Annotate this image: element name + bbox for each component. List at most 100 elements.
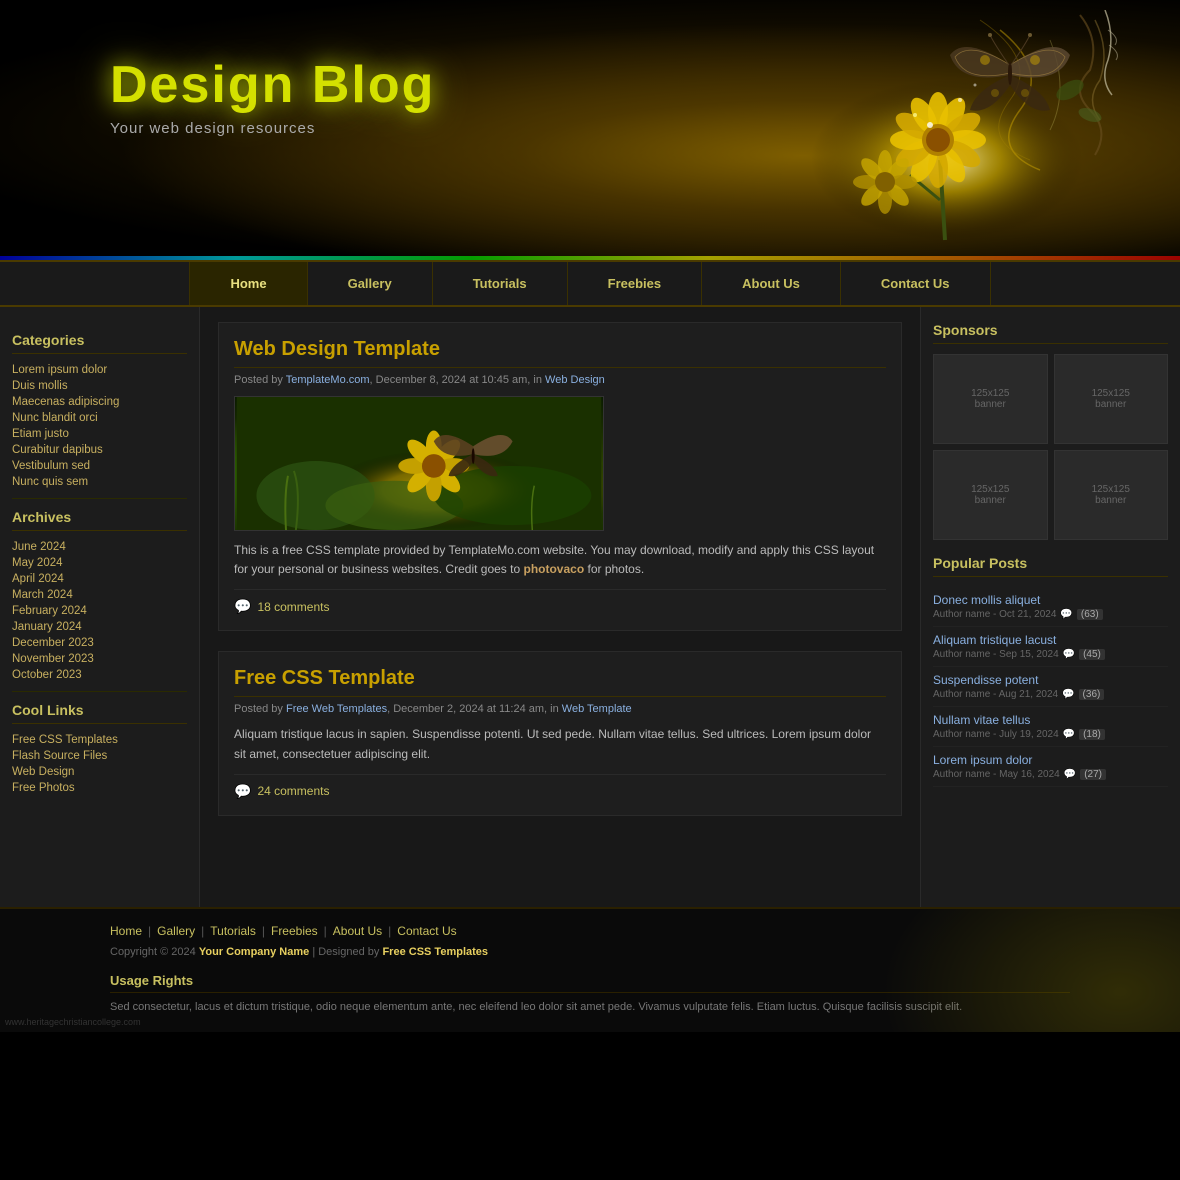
footer-nav-sep-2: | bbox=[201, 924, 204, 938]
header-decoration bbox=[700, 10, 1120, 250]
banner-1[interactable]: 125x125 banner bbox=[933, 354, 1048, 444]
banners-grid: 125x125 banner 125x125 banner 125x125 ba… bbox=[933, 354, 1168, 540]
footer-designer-link[interactable]: Free CSS Templates bbox=[382, 946, 488, 958]
banner-4-label: 125x125 bbox=[1092, 484, 1130, 495]
popular-posts-title: Popular Posts bbox=[933, 555, 1168, 577]
category-link[interactable]: Curabitur dapibus bbox=[12, 442, 187, 458]
banner-1-sublabel: banner bbox=[975, 399, 1006, 410]
footer-nav-contact[interactable]: Contact Us bbox=[397, 924, 456, 938]
banner-4-sublabel: banner bbox=[1095, 495, 1126, 506]
nav-home[interactable]: Home bbox=[189, 262, 307, 305]
sidebar-divider bbox=[12, 498, 187, 499]
archive-link[interactable]: March 2024 bbox=[12, 587, 187, 603]
rainbow-bar bbox=[0, 256, 1180, 260]
post-2-author-link[interactable]: Free Web Templates bbox=[286, 703, 387, 715]
popular-post-5-count: (27) bbox=[1080, 769, 1106, 780]
popular-post-3-author-date: Author name - Aug 21, 2024 bbox=[933, 689, 1058, 700]
footer-copyright: Copyright © 2024 Your Company Name | Des… bbox=[110, 946, 1070, 958]
left-sidebar: Categories Lorem ipsum dolor Duis mollis… bbox=[0, 307, 200, 907]
popular-post-2-author-date: Author name - Sep 15, 2024 bbox=[933, 649, 1059, 660]
cool-link[interactable]: Free CSS Templates bbox=[12, 732, 187, 748]
header-svg bbox=[700, 10, 1120, 250]
popular-post-1-author-date: Author name - Oct 21, 2024 bbox=[933, 609, 1056, 620]
footer-nav-tutorials[interactable]: Tutorials bbox=[210, 924, 256, 938]
category-link[interactable]: Duis mollis bbox=[12, 378, 187, 394]
banner-1-label: 125x125 bbox=[971, 388, 1009, 399]
cool-links-section: Cool Links Free CSS Templates Flash Sour… bbox=[12, 702, 187, 796]
footer-usage-title: Usage Rights bbox=[110, 973, 1070, 993]
cool-link[interactable]: Flash Source Files bbox=[12, 748, 187, 764]
popular-post-1-link[interactable]: Donec mollis aliquet bbox=[933, 593, 1040, 607]
post-1-category-link[interactable]: Web Design bbox=[545, 374, 605, 386]
category-link[interactable]: Nunc blandit orci bbox=[12, 410, 187, 426]
popular-post-4-link[interactable]: Nullam vitae tellus bbox=[933, 713, 1030, 727]
archive-link[interactable]: June 2024 bbox=[12, 539, 187, 555]
popular-post-2-link[interactable]: Aliquam tristique lacust bbox=[933, 633, 1056, 647]
main-nav: Home Gallery Tutorials Freebies About Us… bbox=[0, 260, 1180, 307]
post-1-comments[interactable]: 💬 18 comments bbox=[234, 589, 886, 615]
archive-link[interactable]: January 2024 bbox=[12, 619, 187, 635]
footer-nav-about[interactable]: About Us bbox=[333, 924, 382, 938]
category-link[interactable]: Maecenas adipiscing bbox=[12, 394, 187, 410]
header-title-block: Design Blog Your web design resources bbox=[110, 55, 435, 137]
banner-3[interactable]: 125x125 banner bbox=[933, 450, 1048, 540]
categories-section: Categories Lorem ipsum dolor Duis mollis… bbox=[12, 332, 187, 490]
footer-watermark: www.heritagechristiancollege.com bbox=[5, 1017, 141, 1027]
footer-company-link[interactable]: Your Company Name bbox=[199, 946, 309, 958]
post-1-photo-credit-link[interactable]: photovaco bbox=[523, 562, 584, 576]
popular-posts-section: Popular Posts Donec mollis aliquet Autho… bbox=[933, 555, 1168, 787]
popular-post-2-meta: Author name - Sep 15, 2024 💬 (45) bbox=[933, 649, 1168, 660]
popular-post-2-count: (45) bbox=[1079, 649, 1105, 660]
archive-link[interactable]: December 2023 bbox=[12, 635, 187, 651]
archive-link[interactable]: February 2024 bbox=[12, 603, 187, 619]
category-link[interactable]: Etiam justo bbox=[12, 426, 187, 442]
post-1-image-inner bbox=[235, 397, 603, 530]
nav-contact[interactable]: Contact Us bbox=[841, 262, 991, 305]
banner-2[interactable]: 125x125 banner bbox=[1054, 354, 1169, 444]
banner-4[interactable]: 125x125 banner bbox=[1054, 450, 1169, 540]
right-sidebar: Sponsors 125x125 banner 125x125 banner 1… bbox=[920, 307, 1180, 907]
footer-nav-gallery[interactable]: Gallery bbox=[157, 924, 195, 938]
post-2-meta: Posted by Free Web Templates, December 2… bbox=[234, 703, 886, 715]
footer-nav-sep-1: | bbox=[148, 924, 151, 938]
post-1-title: Web Design Template bbox=[234, 338, 886, 368]
popular-post-4-meta: Author name - July 19, 2024 💬 (18) bbox=[933, 729, 1168, 740]
cool-link[interactable]: Free Photos bbox=[12, 780, 187, 796]
footer-nav: Home | Gallery | Tutorials | Freebies | … bbox=[110, 924, 1070, 938]
post-1-author-link[interactable]: TemplateMo.com bbox=[286, 374, 370, 386]
post-2-comment-count: 24 comments bbox=[257, 784, 329, 798]
category-link[interactable]: Nunc quis sem bbox=[12, 474, 187, 490]
popular-post-1-count: (63) bbox=[1077, 609, 1103, 620]
category-link[interactable]: Vestibulum sed bbox=[12, 458, 187, 474]
archive-link[interactable]: May 2024 bbox=[12, 555, 187, 571]
popular-post-5-link[interactable]: Lorem ipsum dolor bbox=[933, 753, 1032, 767]
nav-freebies[interactable]: Freebies bbox=[568, 262, 702, 305]
nav-tutorials[interactable]: Tutorials bbox=[433, 262, 568, 305]
popular-post-3-count: (36) bbox=[1079, 689, 1105, 700]
sidebar-divider bbox=[12, 691, 187, 692]
nav-about[interactable]: About Us bbox=[702, 262, 841, 305]
nav-gallery[interactable]: Gallery bbox=[308, 262, 433, 305]
post-2-category-link[interactable]: Web Template bbox=[562, 703, 632, 715]
footer-nav-freebies[interactable]: Freebies bbox=[271, 924, 318, 938]
post-2-body: Aliquam tristique lacus in sapien. Suspe… bbox=[234, 725, 886, 763]
sponsors-section: Sponsors 125x125 banner 125x125 banner 1… bbox=[933, 322, 1168, 540]
main-content: Web Design Template Posted by TemplateMo… bbox=[200, 307, 920, 907]
post-1: Web Design Template Posted by TemplateMo… bbox=[218, 322, 902, 631]
popular-post-5: Lorem ipsum dolor Author name - May 16, … bbox=[933, 747, 1168, 787]
archive-link[interactable]: October 2023 bbox=[12, 667, 187, 683]
banner-3-sublabel: banner bbox=[975, 495, 1006, 506]
popular-post-3-link[interactable]: Suspendisse potent bbox=[933, 673, 1038, 687]
popular-post-3-meta: Author name - Aug 21, 2024 💬 (36) bbox=[933, 689, 1168, 700]
cool-link[interactable]: Web Design bbox=[12, 764, 187, 780]
footer-nav-home[interactable]: Home bbox=[110, 924, 142, 938]
archive-link[interactable]: November 2023 bbox=[12, 651, 187, 667]
archive-link[interactable]: April 2024 bbox=[12, 571, 187, 587]
categories-title: Categories bbox=[12, 332, 187, 354]
popular-post-2: Aliquam tristique lacust Author name - S… bbox=[933, 627, 1168, 667]
popular-post-3: Suspendisse potent Author name - Aug 21,… bbox=[933, 667, 1168, 707]
comment-icon-pp2: 💬 bbox=[1063, 649, 1075, 660]
category-link[interactable]: Lorem ipsum dolor bbox=[12, 362, 187, 378]
comment-icon-2: 💬 bbox=[234, 783, 251, 800]
post-2-comments[interactable]: 💬 24 comments bbox=[234, 774, 886, 800]
